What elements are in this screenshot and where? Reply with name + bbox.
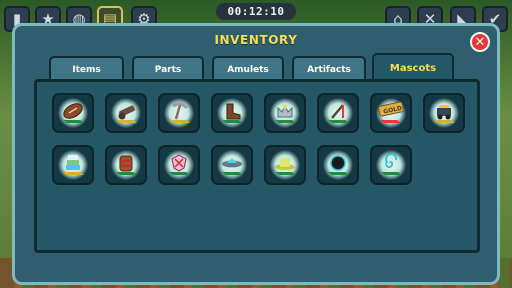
barrel-mascot-icon <box>116 155 137 175</box>
black-hole-mascot-icon <box>328 155 349 175</box>
catapult-mascot-icon <box>328 104 349 123</box>
mascot-slot[interactable] <box>158 93 200 133</box>
hat-mascot-icon <box>275 158 296 175</box>
swirl-mascot-icon <box>381 153 402 175</box>
inventory-panel: INVENTORY ✕ Items Parts Amulets Artifact… <box>12 23 500 285</box>
mascot-slot[interactable] <box>317 145 359 185</box>
mascot-slot[interactable] <box>423 93 465 133</box>
tab-items[interactable]: Items <box>49 56 124 81</box>
mascot-slot[interactable] <box>52 145 94 185</box>
cannon-mascot-icon <box>116 105 137 123</box>
shield-mascot-icon <box>169 154 190 175</box>
mascot-slot[interactable] <box>264 93 306 133</box>
football-mascot-icon <box>63 103 84 123</box>
tab-parts[interactable]: Parts <box>132 56 204 81</box>
tab-artifacts[interactable]: Artifacts <box>292 56 366 81</box>
books-mascot-icon <box>63 155 84 175</box>
mascot-slot[interactable] <box>158 145 200 185</box>
pickaxe-mascot-icon <box>169 102 190 123</box>
mascot-slot[interactable] <box>105 145 147 185</box>
mascot-slot[interactable] <box>211 93 253 133</box>
mascot-slot[interactable] <box>370 145 412 185</box>
gold-sign-mascot-icon: GOLD <box>378 101 404 123</box>
mascot-slot[interactable]: GOLD <box>370 93 412 133</box>
game-timer: 00:12:10 <box>216 3 296 20</box>
tab-mascots[interactable]: Mascots <box>372 53 454 81</box>
ufo-mascot-icon <box>222 159 243 175</box>
close-icon: ✕ <box>474 34 486 50</box>
tab-amulets[interactable]: Amulets <box>212 56 284 81</box>
mascot-grid: GOLD <box>34 79 480 253</box>
boot-mascot-icon <box>222 103 243 123</box>
panel-title: INVENTORY <box>214 33 298 47</box>
cart-mascot-icon <box>434 105 455 123</box>
mascot-slot[interactable] <box>264 145 306 185</box>
mascot-slot[interactable] <box>211 145 253 185</box>
crown-mascot-icon <box>275 104 296 123</box>
close-button[interactable]: ✕ <box>470 32 490 52</box>
mascot-slot[interactable] <box>105 93 147 133</box>
mascot-slot[interactable] <box>317 93 359 133</box>
mascot-slot[interactable] <box>52 93 94 133</box>
